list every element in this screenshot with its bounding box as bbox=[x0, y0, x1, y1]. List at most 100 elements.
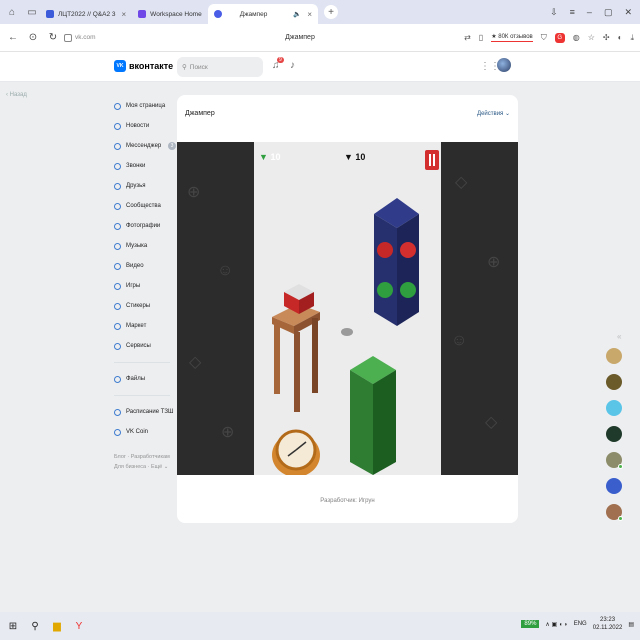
friend-avatar[interactable] bbox=[606, 374, 622, 390]
sidebar-item-vkcoin[interactable]: VK Coin bbox=[114, 422, 176, 442]
tab-label: Джампер bbox=[239, 10, 268, 18]
bag-icon bbox=[114, 322, 121, 330]
sidebar-item-market[interactable]: Маркет bbox=[114, 316, 176, 336]
music-icon[interactable]: ♪ bbox=[290, 60, 295, 71]
sidebar-item-services[interactable]: Сервисы bbox=[114, 336, 176, 356]
sidebar-item-label: Фотографии bbox=[126, 223, 161, 229]
profile-icon[interactable]: ◐ bbox=[618, 33, 623, 42]
sidebar-footer: Блог · Разработчикам Для бизнеса · Ещё ⌄ bbox=[114, 452, 176, 472]
sidebar-item-photos[interactable]: Фотографии bbox=[114, 216, 176, 236]
vk-logo-text: вконтакте bbox=[129, 61, 174, 71]
address-bar: ← ⊙ ↻ vk.com Джампер ⇄ ▯ ★ 80К отзывов ⛉… bbox=[0, 24, 640, 52]
sidebar-item-music[interactable]: Музыка bbox=[114, 236, 176, 256]
tab-label: Workspace Home bbox=[150, 10, 202, 18]
windows-start-icon[interactable]: ⊞ bbox=[4, 617, 22, 635]
sidebar-item-games[interactable]: Игры bbox=[114, 276, 176, 296]
gamepad-doodle-icon: ⊕ bbox=[221, 424, 235, 441]
bookmark-icon[interactable]: ▯ bbox=[479, 33, 483, 42]
search-input[interactable]: ⚲ Поиск bbox=[177, 57, 263, 77]
friend-avatar[interactable] bbox=[606, 400, 622, 416]
app-card: Джампер Действия ⌄ ⊕ ☺ ◇ ⊕ ▼ 10 ◇ ⊕ ☺ ◇ … bbox=[177, 95, 518, 523]
sidebar-item-stickers[interactable]: Стикеры bbox=[114, 296, 176, 316]
user-icon bbox=[114, 102, 121, 110]
footer-links[interactable]: Для бизнеса · Ещё ⌄ bbox=[114, 462, 176, 472]
unread-badge: 3 bbox=[168, 142, 176, 150]
sidebar-item-label: Файлы bbox=[126, 376, 146, 382]
actions-dropdown[interactable]: Действия ⌄ bbox=[477, 110, 510, 117]
sidebar-item-files[interactable]: Файлы bbox=[114, 369, 176, 389]
vk-logo[interactable]: VK вконтакте bbox=[114, 60, 173, 72]
system-tray: 89% ∧ ▣ ◖ ◗ ENG 23:23 02.11.2022 ▤ bbox=[521, 616, 634, 632]
avatar[interactable] bbox=[497, 58, 511, 72]
tab-jumper[interactable]: Джампер 🔈 × bbox=[207, 4, 319, 24]
clock[interactable]: 23:23 02.11.2022 bbox=[593, 616, 623, 632]
mute-icon[interactable]: 🔈 bbox=[293, 10, 301, 18]
close-tab-icon[interactable]: × bbox=[122, 10, 127, 19]
tab-workspace[interactable]: Workspace Home bbox=[132, 4, 208, 24]
tab-favicon bbox=[138, 10, 147, 18]
camera-icon[interactable]: ◍ bbox=[573, 33, 580, 42]
file-explorer-icon[interactable]: ▆ bbox=[48, 617, 66, 635]
friend-avatar[interactable] bbox=[606, 504, 623, 521]
sidebar-item-label: Музыка bbox=[126, 243, 148, 249]
friend-avatar[interactable] bbox=[606, 348, 622, 364]
tray-icons[interactable]: ∧ ▣ ◖ ◗ bbox=[545, 621, 567, 628]
window-menu-icon[interactable]: ⌂ bbox=[4, 4, 20, 20]
search-icon[interactable]: ⚲ bbox=[26, 617, 44, 635]
ghost-doodle-icon: ☺ bbox=[217, 262, 234, 279]
developer-credit[interactable]: Разработчик: Игрун bbox=[177, 498, 518, 504]
download-icon[interactable]: ⇩ bbox=[550, 7, 558, 18]
star-icon[interactable]: ☆ bbox=[588, 33, 595, 42]
sidebar-item-video[interactable]: Видео bbox=[114, 256, 176, 276]
friend-avatar[interactable] bbox=[606, 452, 623, 469]
sidebar-item-label: Новости bbox=[126, 123, 150, 129]
vk-header: VK вконтакте ⚲ Поиск ♫ 9 ♪ ⋮⋮ bbox=[0, 52, 640, 82]
notifications-icon[interactable]: ▤ bbox=[628, 621, 634, 628]
online-indicator bbox=[618, 464, 623, 469]
game-arena: ▼ 10 bbox=[254, 142, 441, 475]
sidebar-item-calls[interactable]: Звонки bbox=[114, 156, 176, 176]
game-canvas[interactable]: ⊕ ☺ ◇ ⊕ ▼ 10 ◇ ⊕ ☺ ◇ ▼ 10 bbox=[177, 142, 518, 475]
friend-avatar[interactable] bbox=[606, 478, 622, 494]
gamepad-doodle-icon: ⊕ bbox=[487, 254, 501, 271]
minimize-icon[interactable]: – bbox=[587, 7, 592, 17]
protect-icon[interactable]: ⛉ bbox=[541, 33, 547, 43]
battery-indicator[interactable]: 89% bbox=[521, 620, 540, 628]
sidebar-item-groups[interactable]: Сообщества bbox=[114, 196, 176, 216]
friend-avatar[interactable] bbox=[606, 426, 622, 442]
yandex-browser-icon[interactable]: Y bbox=[70, 617, 88, 635]
diamond-doodle-icon: ◇ bbox=[189, 354, 202, 371]
sidebar-item-schedule[interactable]: Расписание ТЗШ bbox=[114, 402, 176, 422]
ghost-doodle-icon: ☺ bbox=[451, 332, 468, 349]
sidebar-item-label: Мессенджер bbox=[126, 143, 162, 149]
collapse-friends-icon[interactable]: « bbox=[617, 332, 621, 341]
sidebar-item-friends[interactable]: Друзья bbox=[114, 176, 176, 196]
menu-icon[interactable]: ≡ bbox=[570, 7, 575, 17]
sidebar-item-label: Игры bbox=[126, 283, 141, 289]
new-tab-button[interactable]: + bbox=[324, 5, 339, 19]
tab-favicon bbox=[46, 10, 54, 18]
sidebar-item-my-page[interactable]: Моя страница bbox=[114, 96, 176, 116]
language-indicator[interactable]: ENG bbox=[574, 621, 587, 627]
reviews-badge[interactable]: ★ 80К отзывов bbox=[491, 33, 533, 42]
puzzle-icon[interactable]: ✣ bbox=[603, 33, 610, 42]
tab-lct[interactable]: ЛЦТ2022 // Q&A2 3 × bbox=[40, 4, 132, 24]
tab-list-icon[interactable]: ▭ bbox=[24, 4, 40, 20]
music-icon bbox=[114, 242, 121, 250]
sidebar-item-news[interactable]: Новости bbox=[114, 116, 176, 136]
close-window-icon[interactable]: ✕ bbox=[624, 7, 632, 18]
translate-icon[interactable]: ⇄ bbox=[464, 33, 471, 42]
back-link[interactable]: ‹ Назад bbox=[6, 92, 27, 98]
maximize-icon[interactable]: ▢ bbox=[604, 7, 613, 18]
footer-links[interactable]: Блог · Разработчикам bbox=[114, 452, 176, 462]
sidebar-item-label: Сообщества bbox=[126, 203, 161, 209]
close-tab-icon[interactable]: × bbox=[307, 10, 312, 19]
notifications-button[interactable]: ♫ 9 bbox=[272, 57, 284, 71]
extension-icon[interactable]: G bbox=[554, 32, 565, 43]
sidebar-item-messenger[interactable]: Мессенджер 3 bbox=[114, 136, 176, 156]
sidebar-item-label: Маркет bbox=[126, 323, 147, 329]
time: 23:23 bbox=[600, 617, 616, 623]
photo-icon bbox=[114, 222, 121, 230]
download-icon[interactable]: ⤓ bbox=[630, 33, 634, 43]
friends-icon bbox=[114, 182, 121, 190]
